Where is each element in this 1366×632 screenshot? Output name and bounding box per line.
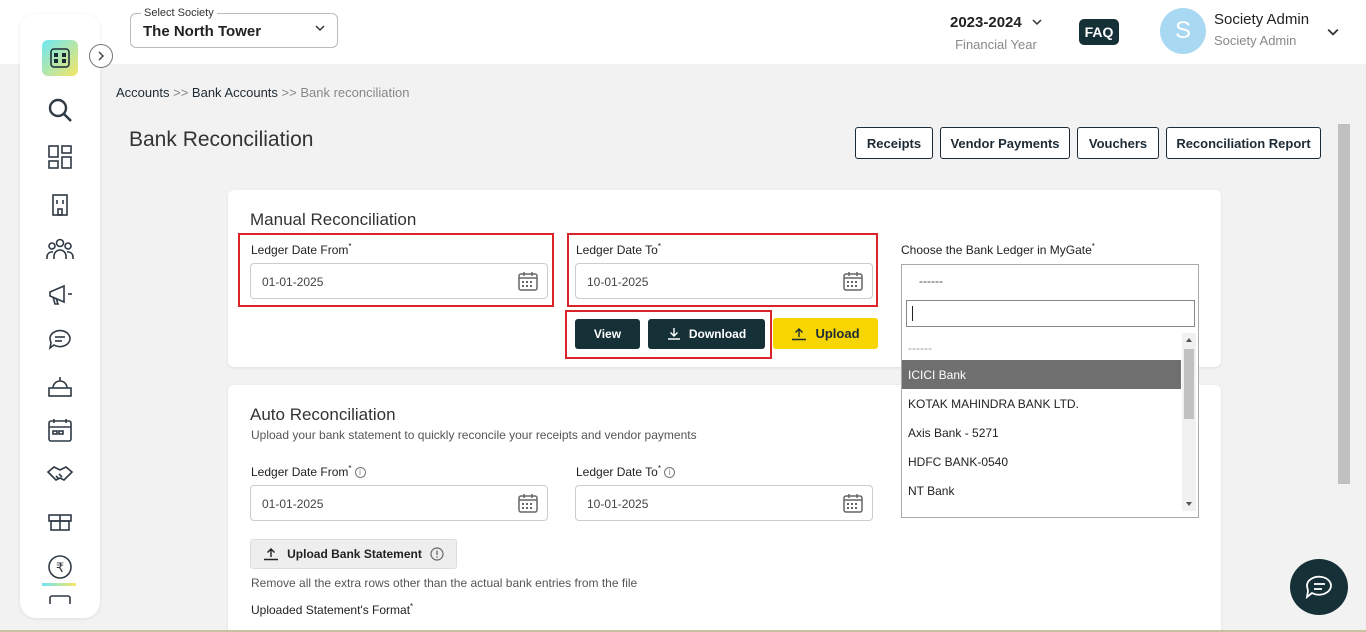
view-button[interactable]: View (575, 319, 640, 349)
bank-ledger-options: ------ ICICI Bank KOTAK MAHINDRA BANK LT… (902, 333, 1198, 513)
highlight-box-from (238, 233, 554, 307)
upload-bank-statement-label: Upload Bank Statement (287, 547, 422, 561)
vouchers-button[interactable]: Vouchers (1077, 127, 1159, 159)
financial-year-label: Financial Year (955, 37, 1037, 52)
auto-from-date-value: 01-01-2025 (262, 497, 324, 511)
upload-label: Upload (815, 326, 860, 341)
auto-from-label: Ledger Date From* i (251, 464, 366, 479)
dropdown-scrollbar[interactable] (1182, 333, 1196, 511)
chat-support-button[interactable] (1290, 559, 1348, 615)
download-icon (667, 328, 680, 340)
members-icon[interactable] (44, 233, 76, 265)
sidebar-toggle-button[interactable] (89, 44, 113, 68)
chevron-down-icon (315, 25, 325, 32)
upload-bank-statement-button[interactable]: Upload Bank Statement (250, 539, 457, 569)
rupee-icon[interactable]: ₹ (44, 551, 76, 583)
info-icon[interactable]: i (354, 467, 366, 479)
dashboard-icon[interactable] (44, 141, 76, 173)
check-icon[interactable] (44, 594, 76, 604)
upload-button[interactable]: Upload (773, 318, 878, 349)
avatar[interactable]: S (1160, 8, 1206, 54)
svg-text:₹: ₹ (56, 561, 64, 576)
receipts-button[interactable]: Receipts (855, 127, 933, 159)
auto-to-date-value: 10-01-2025 (587, 497, 649, 511)
app-logo[interactable] (42, 40, 78, 76)
gift-icon[interactable] (44, 504, 76, 536)
chat-icon[interactable] (44, 324, 76, 356)
breadcrumb-bank-accounts[interactable]: Bank Accounts (192, 85, 278, 100)
option-kotak-mahindra[interactable]: KOTAK MAHINDRA BANK LTD. (902, 389, 1181, 418)
chevron-down-icon (1032, 19, 1042, 26)
download-label: Download (688, 327, 747, 341)
breadcrumb: Accounts >> Bank Accounts >> Bank reconc… (116, 85, 409, 100)
building-icon[interactable] (44, 188, 76, 220)
download-button[interactable]: Download (648, 319, 765, 349)
page-title: Bank Reconciliation (129, 128, 314, 151)
logo-icon (50, 48, 70, 68)
amenity-icon[interactable] (44, 370, 76, 402)
financial-year-select[interactable]: 2023-2024 Financial Year (950, 14, 1042, 52)
user-name[interactable]: Society Admin (1214, 11, 1309, 28)
remove-rows-hint: Remove all the extra rows other than the… (251, 576, 638, 590)
option-nt-bank[interactable]: NT Bank (902, 476, 1181, 505)
auto-reconciliation-title: Auto Reconciliation (250, 405, 396, 424)
upload-icon (264, 548, 279, 561)
dropdown-scroll-thumb[interactable] (1184, 349, 1194, 419)
user-menu-chevron-icon[interactable] (1327, 26, 1339, 38)
breadcrumb-current: Bank reconciliation (300, 85, 410, 100)
scroll-down-icon[interactable] (1182, 499, 1196, 509)
manual-reconciliation-title: Manual Reconciliation (250, 210, 417, 229)
calendar-icon[interactable] (44, 414, 76, 446)
calendar-icon[interactable] (517, 492, 539, 514)
breadcrumb-separator: >> (173, 85, 189, 100)
active-indicator (42, 583, 76, 586)
highlight-box-to (567, 233, 878, 307)
society-select[interactable]: Select Society The North Tower (130, 7, 338, 48)
faq-button[interactable]: FAQ (1079, 19, 1119, 45)
option-axis-bank[interactable]: Axis Bank - 5271 (902, 418, 1181, 447)
auto-from-date-input[interactable]: 01-01-2025 (250, 485, 548, 521)
auto-to-date-input[interactable]: 10-01-2025 (575, 485, 873, 521)
text-cursor (912, 306, 913, 321)
chevron-right-icon (98, 51, 105, 61)
calendar-icon[interactable] (842, 492, 864, 514)
option-hdfc-bank[interactable]: HDFC BANK-0540 (902, 447, 1181, 476)
auto-reconciliation-subtitle: Upload your bank statement to quickly re… (251, 428, 697, 442)
page-scrollbar-thumb[interactable] (1338, 124, 1350, 484)
reconciliation-report-button[interactable]: Reconciliation Report (1166, 127, 1321, 159)
bank-ledger-search-input[interactable] (906, 300, 1195, 327)
breadcrumb-separator: >> (281, 85, 297, 100)
sidebar: ₹ (20, 14, 100, 618)
financial-year-value: 2023-2024 (950, 14, 1022, 31)
option-icici-bank[interactable]: ICICI Bank (902, 360, 1181, 389)
society-select-label: Select Society (141, 7, 217, 19)
bank-ledger-label: Choose the Bank Ledger in MyGate* (901, 242, 1095, 257)
announcement-icon[interactable] (44, 278, 76, 310)
info-icon[interactable]: i (663, 467, 675, 479)
handshake-icon[interactable] (44, 458, 76, 490)
breadcrumb-accounts[interactable]: Accounts (116, 85, 169, 100)
society-select-value: The North Tower (143, 23, 262, 40)
upload-icon (792, 327, 807, 340)
alert-icon[interactable] (430, 547, 444, 561)
vendor-payments-button[interactable]: Vendor Payments (940, 127, 1070, 159)
statement-format-label: Uploaded Statement's Format* (251, 602, 414, 617)
user-role: Society Admin (1214, 33, 1297, 48)
auto-to-label: Ledger Date To* i (576, 464, 675, 479)
bank-ledger-selected[interactable]: ------ (902, 265, 1198, 297)
option-placeholder[interactable]: ------ (902, 333, 1181, 362)
search-icon[interactable] (44, 94, 76, 126)
scroll-up-icon[interactable] (1182, 335, 1196, 345)
bank-ledger-select[interactable]: ------ ------ ICICI Bank KOTAK MAHINDRA … (901, 264, 1199, 518)
chat-icon (1305, 575, 1332, 600)
